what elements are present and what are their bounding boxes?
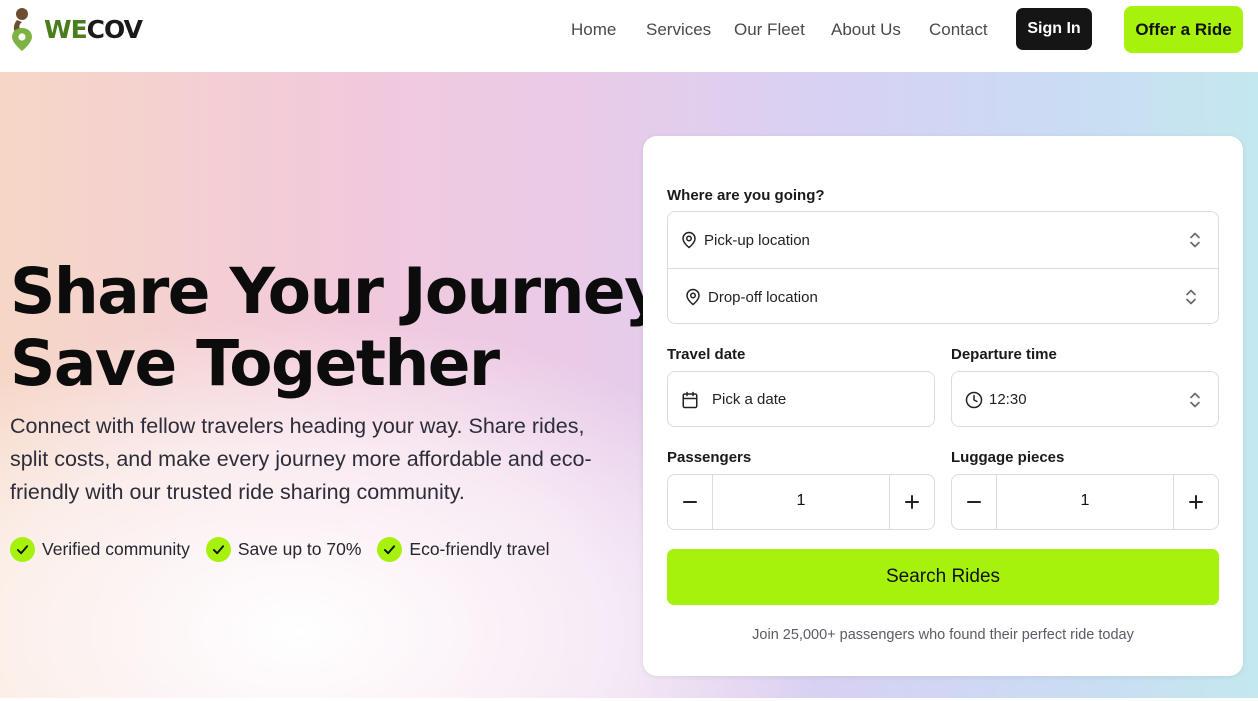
pickup-location-placeholder: Pick-up location (704, 232, 810, 249)
logo-map-pin-icon (12, 8, 32, 51)
passengers-increment-button[interactable] (889, 475, 934, 529)
departure-time-value: 12:30 (989, 391, 1027, 408)
travel-date-placeholder: Pick a date (712, 391, 787, 408)
passengers-label: Passengers (667, 449, 752, 466)
luggage-stepper: 1 (951, 474, 1219, 530)
brand-name-part2: COV (86, 14, 143, 44)
nav-services[interactable]: Services (646, 20, 711, 40)
nav-contact[interactable]: Contact (929, 20, 988, 40)
nav-about-us[interactable]: About Us (831, 20, 901, 40)
hero-headline-line1: Share Your Journey, (10, 255, 683, 328)
hero-section: Share Your Journey, Save Together Connec… (0, 72, 1258, 698)
travel-date-picker[interactable]: Pick a date (667, 371, 935, 427)
clock-icon (965, 391, 983, 409)
brand-logo[interactable]: WECOV (10, 6, 143, 52)
plus-icon (1189, 495, 1203, 509)
hero-headline: Share Your Journey, Save Together (10, 255, 683, 400)
travel-date-label: Travel date (667, 346, 746, 363)
minus-icon (967, 501, 981, 503)
search-rides-button[interactable]: Search Rides (667, 549, 1219, 605)
offer-ride-button[interactable]: Offer a Ride (1124, 6, 1243, 53)
passengers-decrement-button[interactable] (668, 475, 713, 529)
chevron-up-down-icon (1186, 289, 1196, 305)
ride-search-card: Where are you going? Pick-up location Dr… (643, 136, 1243, 676)
luggage-value[interactable]: 1 (997, 492, 1173, 510)
site-header: WECOV Home Services Our Fleet About Us C… (0, 0, 1258, 72)
dropoff-location-select[interactable]: Drop-off location (668, 269, 1218, 325)
map-pin-icon (682, 231, 696, 249)
nav-home[interactable]: Home (571, 20, 616, 40)
feature-label: Eco-friendly travel (409, 539, 550, 559)
calendar-icon (682, 391, 698, 409)
plus-icon (905, 495, 919, 509)
luggage-decrement-button[interactable] (952, 475, 997, 529)
chevron-up-down-icon (1190, 392, 1200, 408)
feature-list: Verified community Save up to 70% Eco-fr… (10, 537, 565, 562)
dropoff-location-placeholder: Drop-off location (708, 289, 818, 306)
location-group: Pick-up location Drop-off location (667, 211, 1219, 324)
hero-subtext: Connect with fellow travelers heading yo… (10, 414, 592, 504)
minus-icon (683, 501, 697, 503)
check-icon (205, 537, 231, 562)
check-icon (377, 537, 403, 562)
chevron-up-down-icon (1190, 232, 1200, 248)
hero-headline-line2: Save Together (10, 327, 500, 400)
nav-our-fleet[interactable]: Our Fleet (734, 20, 805, 40)
departure-time-label: Departure time (951, 346, 1057, 363)
feature-label: Verified community (42, 539, 190, 559)
passengers-stepper: 1 (667, 474, 935, 530)
luggage-increment-button[interactable] (1173, 475, 1218, 529)
destination-label: Where are you going? (667, 187, 825, 204)
feature-item: Verified community (10, 537, 190, 562)
brand-name-part1: WE (44, 14, 88, 44)
departure-time-select[interactable]: 12:30 (951, 371, 1219, 427)
check-icon (10, 537, 35, 562)
luggage-label: Luggage pieces (951, 449, 1065, 466)
brand-name: WECOV (44, 14, 143, 44)
feature-item: Eco-friendly travel (377, 537, 549, 562)
map-pin-icon (686, 288, 700, 306)
pickup-location-select[interactable]: Pick-up location (668, 212, 1218, 268)
sign-in-button[interactable]: Sign In (1016, 8, 1092, 50)
feature-item: Save up to 70% (205, 537, 362, 562)
social-proof-text: Join 25,000+ passengers who found their … (752, 627, 1134, 643)
feature-label: Save up to 70% (237, 539, 362, 559)
passengers-value[interactable]: 1 (713, 492, 889, 510)
